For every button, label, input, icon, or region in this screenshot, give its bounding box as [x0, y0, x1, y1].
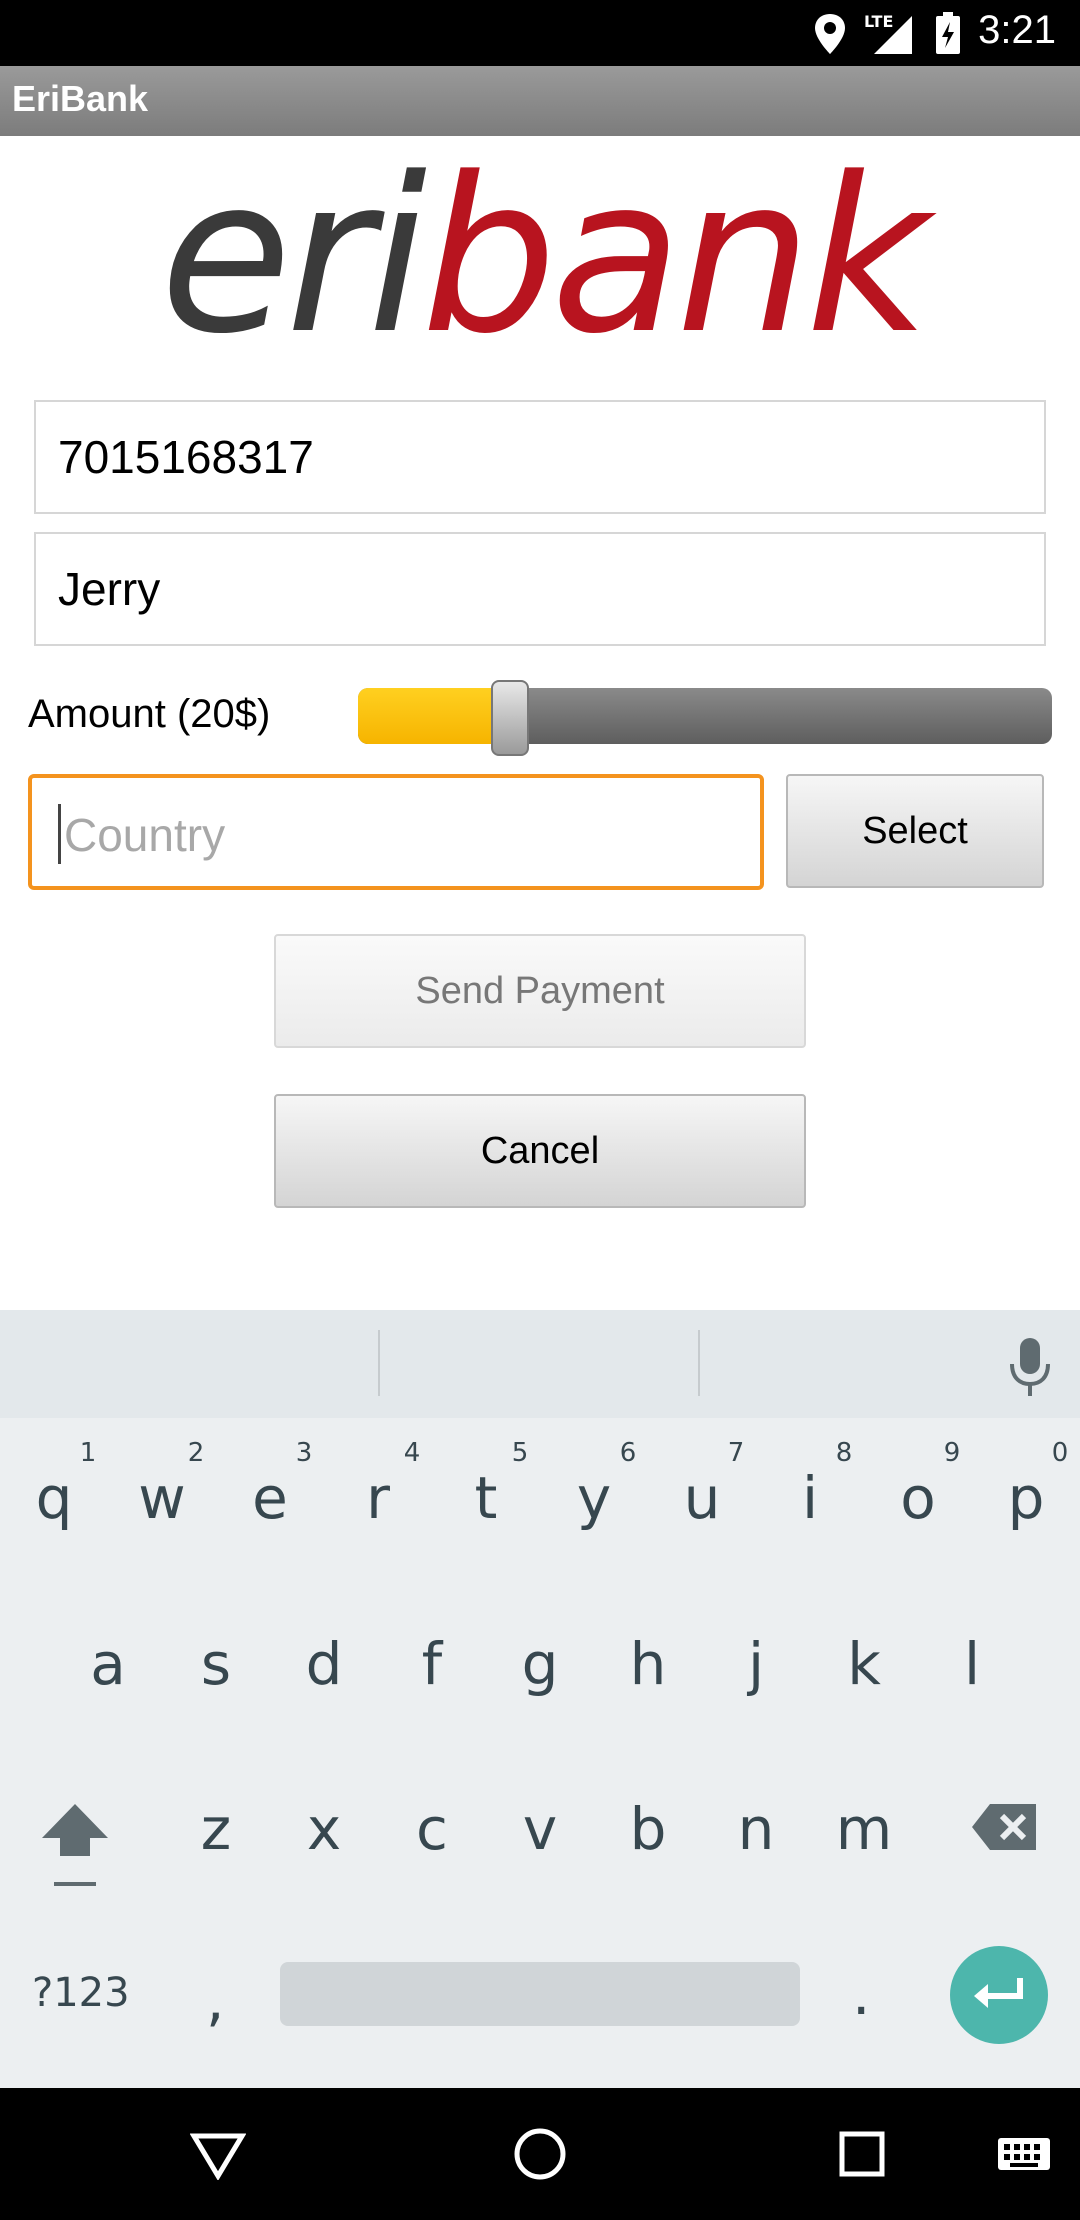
- key-m[interactable]: m: [814, 1795, 914, 1863]
- cancel-button[interactable]: Cancel: [274, 1094, 806, 1208]
- key-n[interactable]: n: [706, 1795, 806, 1863]
- key-v[interactable]: v: [490, 1795, 590, 1863]
- app-title: EriBank: [12, 78, 149, 119]
- key-z[interactable]: z: [166, 1795, 266, 1863]
- key-hint-6: 6: [619, 1438, 637, 1468]
- key-s[interactable]: s: [166, 1630, 266, 1698]
- shift-key-icon[interactable]: [40, 1800, 110, 1890]
- amount-slider-fill: [358, 688, 497, 744]
- back-nav-icon[interactable]: [190, 2132, 246, 2180]
- key-f[interactable]: f: [382, 1630, 482, 1698]
- signal-icon: [874, 16, 912, 54]
- microphone-icon[interactable]: [1006, 1336, 1054, 1398]
- backspace-key-icon[interactable]: [970, 1802, 1040, 1852]
- key-hint-2: 2: [187, 1438, 205, 1468]
- text-cursor: [58, 804, 61, 864]
- navigation-bar: [0, 2088, 1080, 2220]
- key-b[interactable]: b: [598, 1795, 698, 1863]
- amount-slider[interactable]: [358, 688, 1052, 744]
- name-field[interactable]: Jerry: [34, 532, 1046, 646]
- key-g[interactable]: g: [490, 1630, 590, 1698]
- name-value: Jerry: [58, 563, 161, 615]
- recents-nav-icon[interactable]: [838, 2130, 886, 2178]
- key-c[interactable]: c: [382, 1795, 482, 1863]
- key-j[interactable]: j: [706, 1630, 806, 1698]
- eribank-logo: eribank: [160, 132, 930, 381]
- space-key[interactable]: [280, 1962, 800, 2026]
- enter-icon: [974, 1978, 1023, 2008]
- key-hint-4: 4: [403, 1438, 421, 1468]
- key-a[interactable]: a: [58, 1630, 158, 1698]
- suggestion-strip: [0, 1310, 1080, 1418]
- key-r[interactable]: r: [328, 1464, 428, 1532]
- country-placeholder: Country: [64, 809, 226, 861]
- key-o[interactable]: o: [868, 1464, 968, 1532]
- select-country-button[interactable]: Select: [786, 774, 1044, 888]
- key-hint-9: 9: [943, 1438, 961, 1468]
- key-p[interactable]: p: [976, 1464, 1076, 1532]
- battery-charging-icon: [936, 12, 960, 54]
- location-icon: [815, 14, 845, 54]
- send-payment-button[interactable]: Send Payment: [274, 934, 806, 1048]
- key-l[interactable]: l: [922, 1630, 1022, 1698]
- key-hint-8: 8: [835, 1438, 853, 1468]
- key-e[interactable]: e: [220, 1464, 320, 1532]
- amount-label: Amount (20$): [28, 692, 271, 736]
- key-i[interactable]: i: [760, 1464, 860, 1532]
- home-nav-icon[interactable]: [512, 2126, 568, 2182]
- status-time: 3:21: [978, 8, 1056, 52]
- key-h[interactable]: h: [598, 1630, 698, 1698]
- key-x[interactable]: x: [274, 1795, 374, 1863]
- status-bar: LTE 3:21: [0, 0, 1080, 66]
- key-hint-5: 5: [511, 1438, 529, 1468]
- symbols-key[interactable]: ?123: [32, 1970, 130, 2016]
- key-t[interactable]: t: [436, 1464, 536, 1532]
- comma-key[interactable]: ,: [206, 1966, 224, 2034]
- period-key[interactable]: .: [852, 1960, 870, 2028]
- enter-key[interactable]: [950, 1946, 1048, 2044]
- key-hint-1: 1: [79, 1438, 97, 1468]
- key-hint-0: 0: [1051, 1438, 1069, 1468]
- key-u[interactable]: u: [652, 1464, 752, 1532]
- key-q[interactable]: q: [4, 1464, 104, 1532]
- app-bar: EriBank: [0, 66, 1080, 136]
- key-hint-3: 3: [295, 1438, 313, 1468]
- key-d[interactable]: d: [274, 1630, 374, 1698]
- key-hint-7: 7: [727, 1438, 745, 1468]
- key-y[interactable]: y: [544, 1464, 644, 1532]
- suggestion-divider: [698, 1330, 700, 1396]
- key-k[interactable]: k: [814, 1630, 914, 1698]
- key-w[interactable]: w: [112, 1464, 212, 1532]
- amount-slider-thumb[interactable]: [491, 680, 529, 756]
- keyboard-switch-icon[interactable]: [996, 2136, 1052, 2176]
- country-input[interactable]: Country: [28, 774, 764, 890]
- suggestion-divider: [378, 1330, 380, 1396]
- phone-value: 7015168317: [58, 431, 314, 483]
- phone-field[interactable]: 7015168317: [34, 400, 1046, 514]
